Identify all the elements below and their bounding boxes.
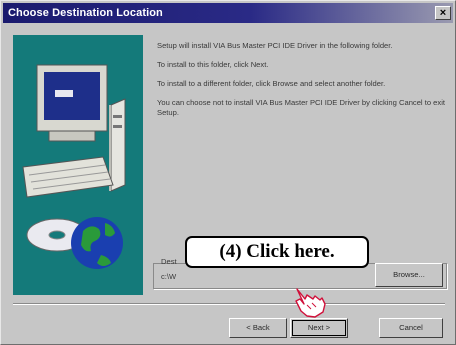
instruction-paragraph: To install to a different folder, click … <box>157 79 386 88</box>
cancel-button[interactable]: Cancel <box>379 318 443 338</box>
browse-button[interactable]: Browse... <box>375 263 443 287</box>
instructions: Setup will install VIA Bus Master PCI ID… <box>157 41 447 127</box>
window-title: Choose Destination Location <box>8 7 163 19</box>
instruction-callout: (4) Click here. <box>185 236 369 268</box>
setup-dialog: Choose Destination Location × Setup will… <box>0 0 456 345</box>
keyboard-icon <box>22 156 114 198</box>
globe-icon <box>71 217 123 269</box>
destination-folder-path: c:\W <box>161 272 177 281</box>
separator <box>13 303 445 305</box>
instruction-paragraph: Setup will install VIA Bus Master PCI ID… <box>157 41 393 50</box>
instruction-paragraph: To install to this folder, click Next. <box>157 60 269 69</box>
setup-illustration <box>13 35 143 295</box>
destination-folder-label: Dest <box>161 257 177 266</box>
hand-pointer-icon <box>295 288 326 318</box>
back-button[interactable]: < Back <box>229 318 287 338</box>
instruction-paragraph: You can choose not to install VIA Bus Ma… <box>157 98 445 117</box>
title-bar: Choose Destination Location × <box>3 3 453 23</box>
computer-tower-icon <box>109 98 126 192</box>
monitor-icon <box>36 64 108 142</box>
next-button[interactable]: Next > <box>290 318 348 338</box>
close-button[interactable]: × <box>435 6 451 20</box>
